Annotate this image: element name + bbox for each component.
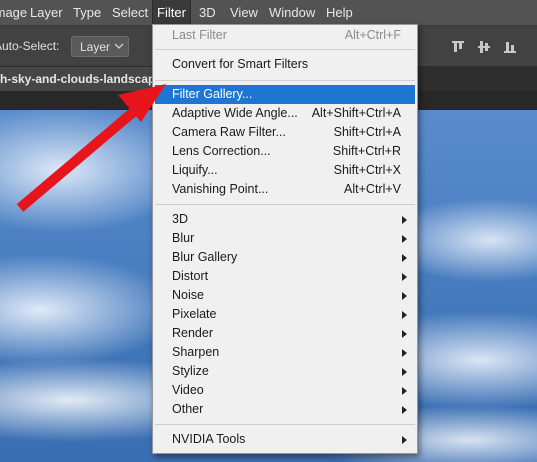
menu-view[interactable]: View (230, 0, 258, 25)
menu-filter[interactable]: Filter (152, 0, 191, 26)
filter-menu: Last Filter Alt+Ctrl+F Convert for Smart … (152, 24, 418, 454)
menu-type[interactable]: Type (73, 0, 101, 25)
menu-item-last-filter: Last Filter Alt+Ctrl+F (172, 28, 401, 42)
submenu-arrow-icon (402, 254, 407, 262)
chevron-down-icon (114, 43, 124, 49)
menu-image[interactable]: Image (0, 0, 27, 25)
menu-item-lens-correction[interactable]: Lens Correction... Shift+Ctrl+R (155, 142, 415, 161)
menu-item-sharpen[interactable]: Sharpen (155, 343, 415, 362)
menu-item-distort[interactable]: Distort (155, 267, 415, 286)
submenu-arrow-icon (402, 368, 407, 376)
submenu-arrow-icon (402, 311, 407, 319)
auto-select-label: Auto-Select: (0, 39, 60, 53)
menu-window[interactable]: Window (269, 0, 315, 25)
menu-separator (155, 204, 415, 205)
menu-item-filter-gallery[interactable]: Filter Gallery... (155, 85, 415, 104)
submenu-arrow-icon (402, 292, 407, 300)
menu-item-vanishing-point[interactable]: Vanishing Point... Alt+Ctrl+V (155, 180, 415, 199)
auto-select-value: Layer (80, 40, 111, 54)
align-bottom-icon[interactable] (503, 40, 517, 54)
menu-item-stylize[interactable]: Stylize (155, 362, 415, 381)
menu-item-video[interactable]: Video (155, 381, 415, 400)
document-tab-title: th-sky-and-clouds-landscap (0, 72, 156, 86)
menu-item-blur-gallery[interactable]: Blur Gallery (155, 248, 415, 267)
submenu-arrow-icon (402, 273, 407, 281)
menu-item-nvidia-tools[interactable]: NVIDIA Tools (155, 430, 415, 449)
menu-3d[interactable]: 3D (199, 0, 216, 25)
menu-item-blur[interactable]: Blur (155, 229, 415, 248)
align-vertical-center-icon[interactable] (477, 40, 491, 54)
menu-separator (155, 49, 415, 50)
menu-item-camera-raw-filter[interactable]: Camera Raw Filter... Shift+Ctrl+A (155, 123, 415, 142)
submenu-arrow-icon (402, 216, 407, 224)
menu-item-pixelate[interactable]: Pixelate (155, 305, 415, 324)
menu-item-other[interactable]: Other (155, 400, 415, 419)
menu-item-adaptive-wide-angle[interactable]: Adaptive Wide Angle... Alt+Shift+Ctrl+A (155, 104, 415, 123)
submenu-arrow-icon (402, 235, 407, 243)
submenu-arrow-icon (402, 406, 407, 414)
menu-item-render[interactable]: Render (155, 324, 415, 343)
document-tab[interactable]: th-sky-and-clouds-landscap (0, 67, 156, 91)
menu-separator (155, 424, 415, 425)
submenu-arrow-icon (402, 330, 407, 338)
submenu-arrow-icon (402, 436, 407, 444)
submenu-arrow-icon (402, 387, 407, 395)
menu-bar: Image Layer Type Select Filter 3D View W… (0, 0, 537, 26)
menu-item-convert-smart-filters[interactable]: Convert for Smart Filters (155, 55, 415, 74)
menu-item-noise[interactable]: Noise (155, 286, 415, 305)
menu-item-3d[interactable]: 3D (155, 210, 415, 229)
menu-select[interactable]: Select (112, 0, 148, 25)
submenu-arrow-icon (402, 349, 407, 357)
auto-select-dropdown[interactable]: Layer (71, 36, 129, 57)
menu-item-liquify[interactable]: Liquify... Shift+Ctrl+X (155, 161, 415, 180)
align-top-icon[interactable] (451, 40, 465, 54)
menu-help[interactable]: Help (326, 0, 353, 25)
menu-separator (155, 80, 415, 81)
menu-layer[interactable]: Layer (30, 0, 63, 25)
